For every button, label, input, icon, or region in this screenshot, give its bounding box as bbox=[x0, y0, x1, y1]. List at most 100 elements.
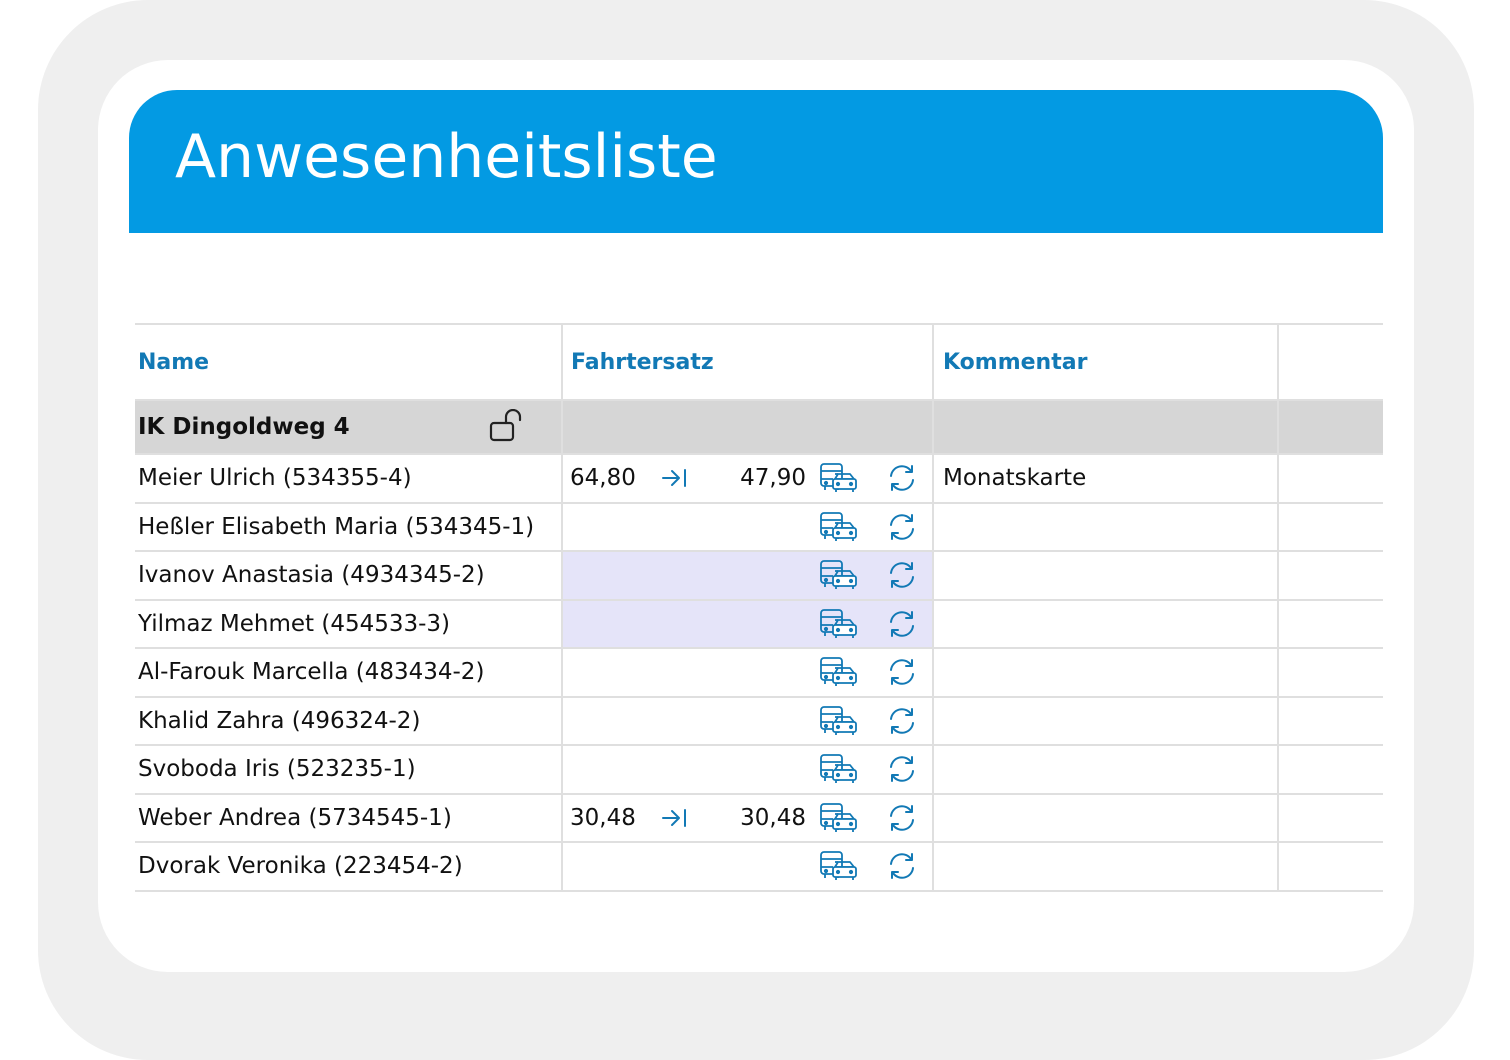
column-header-name[interactable]: Name bbox=[135, 324, 563, 401]
comment-cell[interactable] bbox=[933, 551, 1279, 601]
fare-to-value[interactable]: 47,90 bbox=[740, 465, 806, 491]
name-cell[interactable]: Svoboda Iris (523235-1) bbox=[135, 745, 563, 795]
table-row[interactable]: Dvorak Veronika (223454-2) bbox=[135, 842, 1383, 892]
extra-cell bbox=[1278, 551, 1383, 601]
name-cell[interactable]: Weber Andrea (5734545-1) bbox=[135, 793, 563, 843]
bus-and-car-icon[interactable] bbox=[819, 656, 857, 688]
bus-and-car-icon[interactable] bbox=[819, 462, 857, 494]
table-row[interactable]: Khalid Zahra (496324-2) bbox=[135, 696, 1383, 746]
name-cell[interactable]: Al-Farouk Marcella (483434-2) bbox=[135, 648, 563, 698]
comment-text bbox=[934, 853, 943, 879]
comment-cell[interactable] bbox=[933, 842, 1279, 892]
table-row[interactable]: Ivanov Anastasia (4934345-2) bbox=[135, 551, 1383, 601]
extra-cell bbox=[1278, 454, 1383, 504]
comment-text bbox=[934, 756, 943, 782]
refresh-icon[interactable] bbox=[887, 706, 917, 736]
fare-cell[interactable] bbox=[562, 551, 934, 601]
column-header-extra bbox=[1278, 324, 1383, 401]
name-cell[interactable]: Dvorak Veronika (223454-2) bbox=[135, 842, 563, 892]
participant-name: Khalid Zahra (496324-2) bbox=[138, 707, 421, 734]
comment-cell[interactable] bbox=[933, 599, 1279, 649]
fare-cell[interactable]: 64,80 47,90 bbox=[562, 454, 934, 504]
fare-from-value[interactable]: 30,48 bbox=[570, 805, 636, 831]
extra-cell bbox=[1278, 745, 1383, 795]
bus-and-car-icon[interactable] bbox=[819, 802, 857, 834]
comment-cell[interactable] bbox=[933, 648, 1279, 698]
participant-name: Heßler Elisabeth Maria (534345-1) bbox=[138, 513, 535, 540]
table-row[interactable]: Al-Farouk Marcella (483434-2) bbox=[135, 648, 1383, 698]
refresh-icon[interactable] bbox=[887, 803, 917, 833]
participant-name: Meier Ulrich (534355-4) bbox=[138, 465, 412, 492]
group-name: IK Dingoldweg 4 bbox=[138, 414, 350, 440]
name-cell[interactable]: Khalid Zahra (496324-2) bbox=[135, 696, 563, 746]
comment-cell[interactable] bbox=[933, 793, 1279, 843]
unlocked-lock-icon[interactable] bbox=[489, 409, 527, 443]
participant-name: Ivanov Anastasia (4934345-2) bbox=[138, 562, 485, 589]
name-cell[interactable]: Ivanov Anastasia (4934345-2) bbox=[135, 551, 563, 601]
name-cell[interactable]: Yilmaz Mehmet (454533-3) bbox=[135, 599, 563, 649]
fare-cell[interactable] bbox=[562, 648, 934, 698]
attendance-table: Name Fahrtersatz Kommentar IK Dingoldweg… bbox=[135, 323, 1383, 892]
fare-cell[interactable]: 30,48 30,48 bbox=[562, 793, 934, 843]
comment-cell[interactable] bbox=[933, 745, 1279, 795]
fare-cell[interactable] bbox=[562, 502, 934, 552]
column-header-fare[interactable]: Fahrtersatz bbox=[562, 324, 934, 401]
table-row[interactable]: Yilmaz Mehmet (454533-3) bbox=[135, 599, 1383, 649]
table-row[interactable]: Meier Ulrich (534355-4) 64,80 47,90 Mona… bbox=[135, 454, 1383, 504]
fare-cell[interactable] bbox=[562, 696, 934, 746]
fare-to-value[interactable]: 30,48 bbox=[740, 805, 806, 831]
column-header-comment[interactable]: Kommentar bbox=[933, 324, 1279, 401]
bus-and-car-icon[interactable] bbox=[819, 511, 857, 543]
fare-cell[interactable] bbox=[562, 599, 934, 649]
participant-name: Dvorak Veronika (223454-2) bbox=[138, 853, 463, 880]
refresh-icon[interactable] bbox=[887, 851, 917, 881]
refresh-icon[interactable] bbox=[887, 657, 917, 687]
table-row[interactable]: Weber Andrea (5734545-1) 30,48 30,48 bbox=[135, 793, 1383, 843]
bus-and-car-icon[interactable] bbox=[819, 753, 857, 785]
fare-cell[interactable] bbox=[562, 842, 934, 892]
comment-text: Monatskarte bbox=[943, 465, 1087, 492]
comment-text bbox=[934, 611, 943, 637]
extra-cell bbox=[1278, 696, 1383, 746]
page-title: Anwesenheitsliste bbox=[175, 122, 718, 192]
group-comment-cell bbox=[933, 400, 1279, 455]
extra-cell bbox=[1278, 842, 1383, 892]
group-name-cell: IK Dingoldweg 4 bbox=[135, 400, 563, 455]
name-cell[interactable]: Heßler Elisabeth Maria (534345-1) bbox=[135, 502, 563, 552]
comment-cell[interactable] bbox=[933, 502, 1279, 552]
extra-cell bbox=[1278, 599, 1383, 649]
participant-name: Yilmaz Mehmet (454533-3) bbox=[138, 610, 451, 637]
comment-cell[interactable] bbox=[933, 696, 1279, 746]
comment-text bbox=[934, 514, 943, 540]
comment-text bbox=[934, 562, 943, 588]
group-fare-cell bbox=[562, 400, 934, 455]
table-row[interactable]: Heßler Elisabeth Maria (534345-1) bbox=[135, 502, 1383, 552]
refresh-icon[interactable] bbox=[887, 609, 917, 639]
name-cell[interactable]: Meier Ulrich (534355-4) bbox=[135, 454, 563, 504]
arrow-to-right-icon[interactable] bbox=[660, 466, 688, 490]
extra-cell bbox=[1278, 502, 1383, 552]
fare-from-value[interactable]: 64,80 bbox=[570, 465, 636, 491]
bus-and-car-icon[interactable] bbox=[819, 608, 857, 640]
refresh-icon[interactable] bbox=[887, 463, 917, 493]
bus-and-car-icon[interactable] bbox=[819, 559, 857, 591]
table-row[interactable]: Svoboda Iris (523235-1) bbox=[135, 745, 1383, 795]
header-banner: Anwesenheitsliste bbox=[129, 90, 1383, 233]
group-row: IK Dingoldweg 4 bbox=[135, 400, 1383, 455]
refresh-icon[interactable] bbox=[887, 512, 917, 542]
group-extra-cell bbox=[1278, 400, 1383, 455]
bus-and-car-icon[interactable] bbox=[819, 850, 857, 882]
participant-name: Svoboda Iris (523235-1) bbox=[138, 756, 416, 783]
participant-name: Al-Farouk Marcella (483434-2) bbox=[138, 659, 485, 686]
extra-cell bbox=[1278, 648, 1383, 698]
comment-text bbox=[934, 659, 943, 685]
participant-name: Weber Andrea (5734545-1) bbox=[138, 804, 452, 831]
comment-cell[interactable]: Monatskarte bbox=[933, 454, 1279, 504]
fare-cell[interactable] bbox=[562, 745, 934, 795]
table-header-row: Name Fahrtersatz Kommentar bbox=[135, 324, 1383, 401]
bus-and-car-icon[interactable] bbox=[819, 705, 857, 737]
arrow-to-right-icon[interactable] bbox=[660, 806, 688, 830]
refresh-icon[interactable] bbox=[887, 560, 917, 590]
refresh-icon[interactable] bbox=[887, 754, 917, 784]
comment-text bbox=[934, 708, 943, 734]
